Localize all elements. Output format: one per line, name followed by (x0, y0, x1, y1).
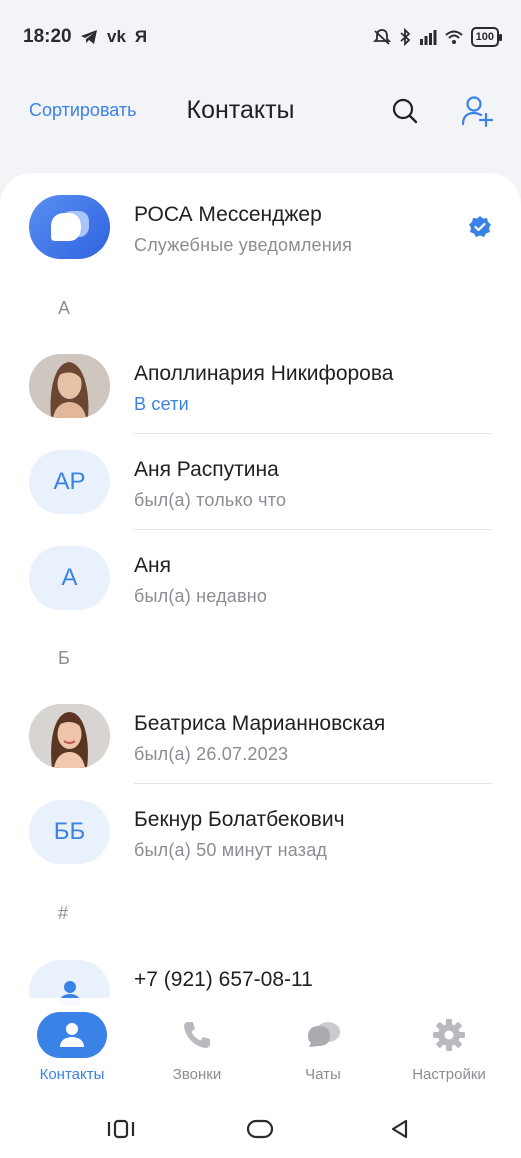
wifi-icon (444, 30, 463, 44)
nav-label: Чаты (305, 1066, 341, 1083)
nav-settings[interactable]: Настройки (394, 1012, 504, 1092)
search-button[interactable] (390, 96, 420, 126)
nav-label: Настройки (412, 1066, 486, 1083)
contact-name: Аполлинария Никифорова (134, 362, 394, 385)
vk-icon: vk (107, 27, 126, 46)
yandex-icon: Я (134, 27, 148, 46)
back-button[interactable] (380, 1114, 420, 1144)
app-header: Сортировать Контакты (0, 76, 521, 146)
contact-row[interactable]: ББ Бекнур Болатбекович был(а) 50 минут н… (0, 784, 521, 879)
contact-status: Служебные уведомления (134, 235, 353, 255)
silent-icon (372, 29, 391, 45)
recents-icon (107, 1119, 135, 1139)
gear-icon (433, 1019, 465, 1051)
nav-label: Контакты (39, 1066, 105, 1083)
contact-status: был(а) недавно (134, 586, 268, 606)
section-letter-b: Б (58, 648, 70, 668)
nav-chats[interactable]: Чаты (268, 1012, 378, 1092)
nav-contacts[interactable]: Контакты (17, 1012, 127, 1092)
status-time: 18:20 (23, 26, 72, 47)
rosa-avatar (29, 195, 110, 259)
contact-row-rosa[interactable]: РОСА Мессенджер Служебные уведомления (0, 179, 521, 274)
contact-name: Беатриса Марианновская (134, 712, 386, 735)
nav-label: Звонки (172, 1066, 222, 1083)
contact-name: Аня (134, 554, 171, 577)
recents-button[interactable] (101, 1114, 141, 1144)
contact-row[interactable]: А Аня был(а) недавно (0, 530, 521, 625)
contact-name: +7 (921) 657-08-11 (134, 968, 313, 991)
bottom-nav: Контакты Звонки Чаты Настройки (0, 998, 521, 1094)
chats-icon (308, 1022, 340, 1047)
contacts-icon (60, 1023, 84, 1047)
contact-row[interactable]: АР Аня Распутина был(а) только что (0, 434, 521, 530)
nav-chats-pill (288, 1012, 358, 1058)
status-right-icons: 100 (372, 27, 503, 47)
contact-name: Аня Распутина (134, 458, 279, 481)
avatar-initials: ББ (29, 800, 110, 864)
contact-row[interactable]: Беатриса Марианновская был(а) 26.07.2023 (0, 688, 521, 784)
contact-status: В сети (134, 394, 189, 414)
signal-icon (419, 30, 437, 45)
verified-badge-icon (469, 216, 491, 237)
section-letter-hash: # (58, 903, 69, 923)
bluetooth-icon (400, 28, 410, 46)
back-icon (391, 1119, 408, 1139)
contact-status: был(а) 26.07.2023 (134, 744, 289, 764)
avatar-photo (29, 354, 110, 418)
contact-status: был(а) только что (134, 490, 287, 510)
home-icon (246, 1119, 274, 1139)
add-contact-button[interactable] (460, 94, 494, 128)
section-letter-a: А (58, 298, 71, 318)
page-title-wrap: Контакты (0, 96, 521, 125)
home-button[interactable] (240, 1114, 280, 1144)
battery-icon: 100 (470, 27, 503, 47)
avatar-initials: А (29, 546, 110, 610)
avatar-initials: АР (29, 450, 110, 514)
system-nav (0, 1094, 521, 1158)
phone-icon (184, 1022, 210, 1048)
contact-name: Бекнур Болатбекович (134, 808, 345, 831)
nav-calls-pill (162, 1012, 232, 1058)
page-title: Контакты (186, 96, 295, 124)
rosa-logo-icon (50, 211, 89, 241)
contact-status: был(а) 50 минут назад (134, 840, 328, 860)
nav-calls[interactable]: Звонки (142, 1012, 252, 1092)
avatar (29, 704, 110, 768)
nav-contacts-pill (37, 1012, 107, 1058)
status-bar: 18:20 vk Я 100 (0, 0, 521, 76)
avatar (29, 354, 110, 418)
add-user-icon (461, 96, 494, 128)
search-icon (392, 98, 418, 124)
contact-name: РОСА Мессенджер (134, 203, 322, 226)
contact-row[interactable]: Аполлинария Никифорова В сети (0, 338, 521, 434)
telegram-icon (81, 30, 97, 44)
avatar-photo (29, 704, 110, 768)
nav-settings-pill (414, 1012, 484, 1058)
status-left-icons: vk Я (80, 26, 147, 48)
